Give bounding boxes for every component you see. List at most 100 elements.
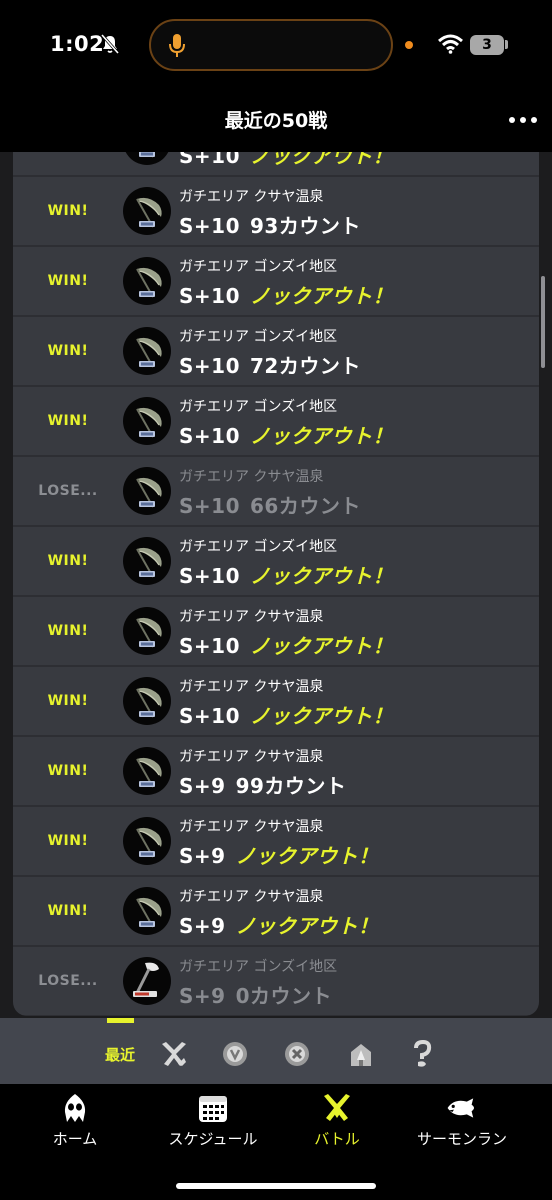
rank: S+10 xyxy=(179,354,240,378)
battle-result: WIN! xyxy=(47,903,89,919)
battle-row[interactable]: WIN! ガチエリア クサヤ温泉 S+9 ノックアウト！ xyxy=(13,807,539,877)
rank: S+10 xyxy=(179,152,240,168)
status-bar: 1:02 3 xyxy=(0,0,552,92)
tab-salmon-run-label: サーモンラン xyxy=(416,1130,507,1148)
filter-selected-indicator xyxy=(107,1018,134,1023)
bankara-battle-icon[interactable] xyxy=(219,1038,251,1070)
score: 0カウント xyxy=(235,984,332,1008)
battle-result: WIN! xyxy=(47,623,89,639)
stage-name: ガチエリア クサヤ温泉 xyxy=(179,189,324,205)
tab-schedule-label: スケジュール xyxy=(168,1130,258,1148)
weapon-icon xyxy=(123,747,171,795)
tab-home-label: ホーム xyxy=(52,1130,98,1148)
private-battle-icon[interactable] xyxy=(406,1038,438,1070)
score: ノックアウト！ xyxy=(250,704,394,728)
battle-row[interactable]: WIN! ガチエリア クサヤ温泉 S+10 93カウント xyxy=(13,177,539,247)
tab-schedule[interactable]: スケジュール xyxy=(153,1092,273,1149)
weapon-icon xyxy=(123,817,171,865)
rank: S+10 xyxy=(179,494,240,518)
weapon-icon xyxy=(123,467,171,515)
rank: S+10 xyxy=(179,284,240,308)
score: ノックアウト！ xyxy=(235,914,379,938)
battle-row[interactable]: WIN! ガチエリア ゴンズイ地区 S+10 ノックアウト！ xyxy=(13,527,539,597)
battle-row[interactable]: WIN! ガチエリア クサヤ温泉 S+10 ノックアウト！ xyxy=(13,597,539,667)
weapon-icon xyxy=(123,677,171,725)
stage-name: ガチエリア ゴンズイ地区 xyxy=(179,259,338,275)
score: ノックアウト！ xyxy=(250,564,394,588)
battle-list[interactable]: S+10 ノックアウト！ WIN! ガチエリア クサヤ温泉 S+10 93カウント … xyxy=(13,152,539,1016)
weapon-icon xyxy=(123,257,171,305)
rank-and-score: S+10 72カウント xyxy=(179,350,361,379)
rank-and-score: S+10 ノックアウト！ xyxy=(179,630,393,659)
score: ノックアウト！ xyxy=(235,844,379,868)
weapon-icon xyxy=(123,152,171,165)
rank: S+10 xyxy=(179,214,240,238)
score: ノックアウト！ xyxy=(250,634,394,658)
rank-and-score: S+9 ノックアウト！ xyxy=(179,840,379,869)
battle-row[interactable]: WIN! ガチエリア クサヤ温泉 S+9 99カウント xyxy=(13,737,539,807)
regular-battle-icon[interactable] xyxy=(158,1038,190,1070)
tab-salmon-run[interactable]: サーモンラン xyxy=(402,1092,522,1149)
header: 最近の50戦 xyxy=(0,92,552,152)
battle-list-inner: S+10 ノックアウト！ WIN! ガチエリア クサヤ温泉 S+10 93カウント … xyxy=(13,152,539,1016)
event-battle-icon[interactable] xyxy=(345,1038,377,1070)
stage-name: ガチエリア ゴンズイ地区 xyxy=(179,959,338,975)
rank-and-score: S+10 ノックアウト！ xyxy=(179,420,393,449)
battle-result: WIN! xyxy=(47,273,89,289)
score: ノックアウト！ xyxy=(250,284,394,308)
weapon-icon xyxy=(123,887,171,935)
score: 99カウント xyxy=(235,774,347,798)
battle-filter-bar: 最近 xyxy=(0,1018,552,1084)
silent-bell-icon xyxy=(101,34,119,54)
weapon-icon xyxy=(123,537,171,585)
battle-result: LOSE... xyxy=(38,483,98,499)
stage-name: ガチエリア クサヤ温泉 xyxy=(179,819,324,835)
squid-icon xyxy=(64,1094,86,1122)
page-title: 最近の50戦 xyxy=(224,110,328,132)
battle-result: LOSE... xyxy=(38,973,98,989)
rank-and-score: S+10 ノックアウト！ xyxy=(179,560,393,589)
weapon-icon xyxy=(123,187,171,235)
tab-battle-label: バトル xyxy=(314,1130,360,1148)
battle-row[interactable]: LOSE... ガチエリア ゴンズイ地区 S+9 0カウント xyxy=(13,947,539,1016)
rank: S+10 xyxy=(179,634,240,658)
battle-row[interactable]: WIN! ガチエリア ゴンズイ地区 S+10 72カウント xyxy=(13,317,539,387)
battle-result xyxy=(13,152,123,175)
more-options-icon[interactable] xyxy=(508,116,538,124)
battery-icon: 3 xyxy=(470,35,504,55)
status-time: 1:02 xyxy=(50,32,105,56)
x-battle-icon[interactable] xyxy=(281,1038,313,1070)
score: 93カウント xyxy=(250,214,361,238)
rank-and-score: S+9 0カウント xyxy=(179,980,332,1009)
scrollbar[interactable] xyxy=(541,276,545,368)
filter-recent-tab[interactable]: 最近 xyxy=(105,1044,135,1065)
battle-row[interactable]: WIN! ガチエリア ゴンズイ地区 S+10 ノックアウト！ xyxy=(13,387,539,457)
battle-row[interactable]: S+10 ノックアウト！ xyxy=(13,152,539,177)
battle-row[interactable]: WIN! ガチエリア ゴンズイ地区 S+10 ノックアウト！ xyxy=(13,247,539,317)
privacy-indicator-dot xyxy=(405,41,413,49)
score: 72カウント xyxy=(250,354,361,378)
battle-row[interactable]: WIN! ガチエリア クサヤ温泉 S+10 ノックアウト！ xyxy=(13,667,539,737)
battle-result: WIN! xyxy=(47,413,89,429)
tab-battle[interactable]: バトル xyxy=(277,1092,397,1149)
roller-weapon-icon xyxy=(123,957,171,1005)
rank: S+10 xyxy=(179,424,240,448)
stage-name: ガチエリア クサヤ温泉 xyxy=(179,749,324,765)
stage-name: ガチエリア ゴンズイ地区 xyxy=(179,329,338,345)
rank-and-score: S+9 ノックアウト！ xyxy=(179,910,379,939)
weapon-icon xyxy=(123,327,171,375)
weapon-icon xyxy=(123,397,171,445)
home-indicator[interactable] xyxy=(176,1183,376,1189)
tab-home[interactable]: ホーム xyxy=(15,1092,135,1149)
rank-and-score: S+9 99カウント xyxy=(179,770,346,799)
stage-name: ガチエリア クサヤ温泉 xyxy=(179,889,324,905)
rank-and-score: S+10 66カウント xyxy=(179,490,361,519)
battle-row[interactable]: WIN! ガチエリア クサヤ温泉 S+9 ノックアウト！ xyxy=(13,877,539,947)
score: 66カウント xyxy=(250,494,361,518)
battle-result: WIN! xyxy=(47,693,89,709)
weapon-icon xyxy=(123,607,171,655)
rank: S+9 xyxy=(179,844,226,868)
salmon-icon xyxy=(447,1098,474,1118)
battle-result: WIN! xyxy=(47,553,89,569)
battle-row[interactable]: LOSE... ガチエリア クサヤ温泉 S+10 66カウント xyxy=(13,457,539,527)
